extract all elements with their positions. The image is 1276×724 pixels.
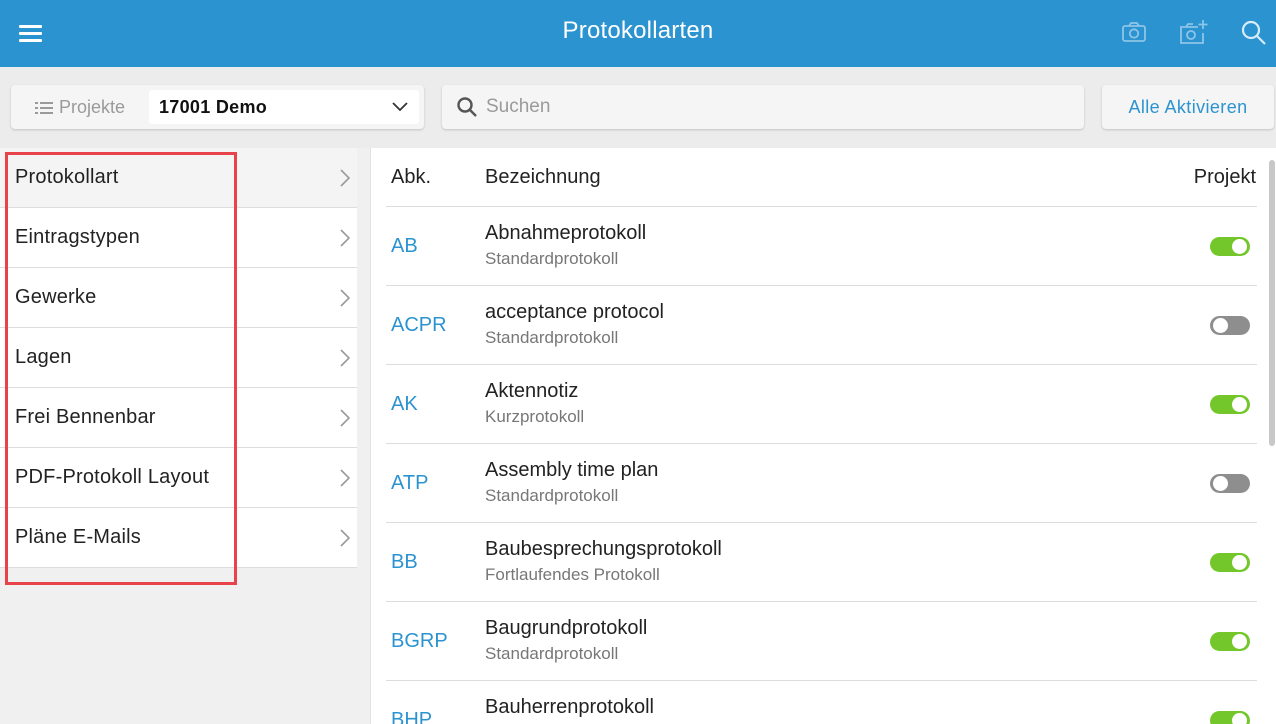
sidebar-list: Protokollart Eintragstypen Gewerke Lagen… bbox=[0, 148, 357, 568]
list-icon bbox=[35, 101, 53, 114]
row-name: Assembly time plan bbox=[485, 459, 659, 481]
project-select-value: 17001 Demo bbox=[159, 97, 268, 117]
project-toggle[interactable] bbox=[1210, 237, 1250, 256]
row-name: Aktennotiz bbox=[485, 380, 579, 402]
column-header-abk: Abk. bbox=[391, 166, 432, 188]
row-abbreviation[interactable]: ACPR bbox=[391, 314, 447, 337]
row-abbreviation[interactable]: ATP bbox=[391, 472, 428, 495]
project-select[interactable]: 17001 Demo bbox=[149, 90, 419, 124]
scrollbar-thumb[interactable] bbox=[1269, 160, 1275, 446]
row-type: Standardprotokoll bbox=[485, 644, 619, 663]
project-toggle[interactable] bbox=[1210, 316, 1250, 335]
table-header: Abk. Bezeichnung Projekt bbox=[386, 148, 1257, 207]
row-abbreviation[interactable]: AB bbox=[391, 235, 418, 258]
row-type: Kurzprotokoll bbox=[485, 407, 585, 426]
toolbar: Projekte 17001 Demo Alle Aktivieren bbox=[0, 67, 1276, 148]
sidebar-item-protokollart[interactable]: Protokollart bbox=[0, 148, 357, 208]
camera-add-icon[interactable] bbox=[1178, 18, 1208, 48]
chevron-down-icon bbox=[392, 102, 408, 112]
row-abbreviation[interactable]: AK bbox=[391, 393, 418, 416]
sidebar-item-pdf-protokoll-layout[interactable]: PDF-Protokoll Layout bbox=[0, 448, 357, 508]
page-title: Protokollarten bbox=[562, 17, 714, 44]
project-toggle[interactable] bbox=[1210, 395, 1250, 414]
project-toggle[interactable] bbox=[1210, 632, 1250, 651]
sidebar-item-label: Gewerke bbox=[15, 286, 97, 308]
column-header-projekt: Projekt bbox=[1193, 166, 1256, 188]
activate-all-button[interactable]: Alle Aktivieren bbox=[1102, 85, 1274, 129]
row-name: Baubesprechungsprotokoll bbox=[485, 538, 722, 560]
table-row[interactable]: ACPR acceptance protocol Standardprotoko… bbox=[386, 286, 1257, 365]
camera-icon[interactable] bbox=[1120, 18, 1150, 48]
row-type: Standardprotokoll bbox=[485, 486, 619, 505]
project-toggle[interactable] bbox=[1210, 474, 1250, 493]
sidebar-item-plaene-emails[interactable]: Pläne E-Mails bbox=[0, 508, 357, 568]
protocol-types-table: Abk. Bezeichnung Projekt AB Abnahmeproto… bbox=[370, 148, 1276, 724]
chevron-right-icon bbox=[340, 469, 351, 487]
sidebar-item-lagen[interactable]: Lagen bbox=[0, 328, 357, 388]
search-icon[interactable] bbox=[1239, 18, 1269, 48]
row-abbreviation[interactable]: BGRP bbox=[391, 630, 448, 653]
sidebar-item-label: PDF-Protokoll Layout bbox=[15, 466, 210, 488]
chevron-right-icon bbox=[340, 169, 351, 187]
row-type: Fortlaufendes Protokoll bbox=[485, 565, 660, 584]
chevron-right-icon bbox=[340, 289, 351, 307]
search-icon bbox=[457, 97, 477, 117]
project-picker: Projekte 17001 Demo bbox=[11, 85, 424, 129]
row-name: Baugrundprotokoll bbox=[485, 617, 648, 639]
chevron-right-icon bbox=[340, 229, 351, 247]
search-field bbox=[442, 85, 1084, 129]
sidebar-item-gewerke[interactable]: Gewerke bbox=[0, 268, 357, 328]
table-row[interactable]: AB Abnahmeprotokoll Standardprotokoll bbox=[386, 207, 1257, 286]
project-label: Projekte bbox=[35, 97, 125, 118]
row-name: acceptance protocol bbox=[485, 301, 665, 323]
project-toggle[interactable] bbox=[1210, 711, 1250, 724]
sidebar-item-label: Protokollart bbox=[15, 166, 119, 188]
table-row[interactable]: AK Aktennotiz Kurzprotokoll bbox=[386, 365, 1257, 444]
app-bar: Protokollarten bbox=[0, 0, 1276, 67]
table-row[interactable]: BHP Bauherrenprotokoll bbox=[386, 681, 1257, 724]
column-header-bezeichnung: Bezeichnung bbox=[485, 166, 601, 188]
project-toggle[interactable] bbox=[1210, 553, 1250, 572]
row-type: Standardprotokoll bbox=[485, 249, 619, 268]
sidebar-item-frei-bennenbar[interactable]: Frei Bennenbar bbox=[0, 388, 357, 448]
sidebar-item-label: Eintragstypen bbox=[15, 226, 140, 248]
chevron-right-icon bbox=[340, 529, 351, 547]
settings-sidebar: Protokollart Eintragstypen Gewerke Lagen… bbox=[0, 148, 370, 724]
table-row[interactable]: BGRP Baugrundprotokoll Standardprotokoll bbox=[386, 602, 1257, 681]
row-abbreviation[interactable]: BHP bbox=[391, 709, 432, 724]
sidebar-item-label: Pläne E-Mails bbox=[15, 526, 141, 548]
project-label-text: Projekte bbox=[59, 97, 126, 117]
row-abbreviation[interactable]: BB bbox=[391, 551, 418, 574]
sidebar-item-label: Lagen bbox=[15, 346, 72, 368]
row-type: Standardprotokoll bbox=[485, 328, 619, 347]
scrollbar[interactable] bbox=[1268, 148, 1276, 724]
search-input[interactable] bbox=[486, 89, 1066, 125]
row-name: Abnahmeprotokoll bbox=[485, 222, 647, 244]
chevron-right-icon bbox=[340, 349, 351, 367]
row-name: Bauherrenprotokoll bbox=[485, 696, 654, 718]
sidebar-item-eintragstypen[interactable]: Eintragstypen bbox=[0, 208, 357, 268]
sidebar-item-label: Frei Bennenbar bbox=[15, 406, 156, 428]
table-row[interactable]: BB Baubesprechungsprotokoll Fortlaufende… bbox=[386, 523, 1257, 602]
chevron-right-icon bbox=[340, 409, 351, 427]
table-row[interactable]: ATP Assembly time plan Standardprotokoll bbox=[386, 444, 1257, 523]
